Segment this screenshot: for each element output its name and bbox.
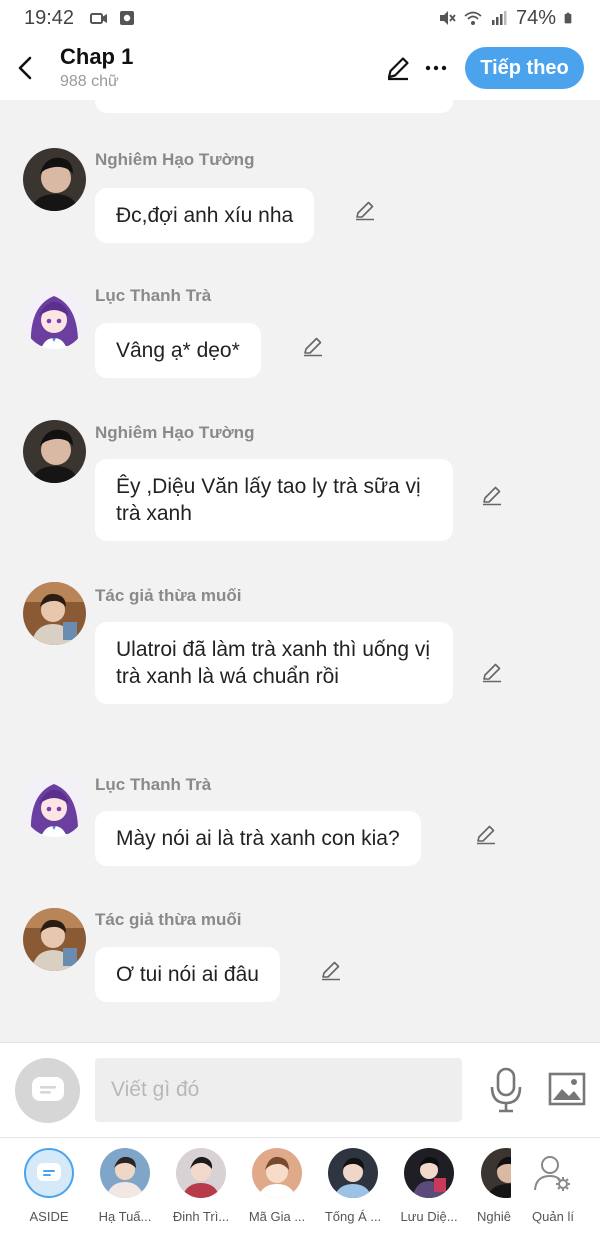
message-bubble[interactable]: Ơ tui nói ai đâu: [95, 947, 280, 1002]
avatar[interactable]: [23, 148, 86, 211]
edit-message-icon[interactable]: [480, 660, 504, 684]
chat-bubble-icon: [31, 1076, 64, 1101]
aside-toggle-button[interactable]: [15, 1058, 80, 1123]
message-input[interactable]: [95, 1058, 462, 1122]
avatar[interactable]: [23, 908, 86, 971]
character-name: Tống Á ...: [324, 1209, 382, 1224]
edit-chapter-button[interactable]: [384, 54, 412, 82]
message-text: Vâng ạ* dẹo*: [116, 339, 240, 362]
signal-icon: [491, 11, 507, 25]
message-text: Đc,đợi anh xíu nha: [116, 204, 294, 227]
avatar[interactable]: [23, 774, 86, 837]
character-name: Mã Gia ...: [248, 1209, 306, 1224]
sender-name: Nghiêm Hạo Tường: [95, 423, 255, 442]
character-name: Lưu Diệ...: [400, 1209, 458, 1224]
boy-brown-avatar: [23, 582, 86, 645]
anime-girl-avatar: [23, 774, 86, 837]
sender-name: Lục Thanh Trà: [95, 775, 212, 794]
boy-dark-avatar: [23, 420, 86, 483]
wifi-icon: [464, 11, 482, 25]
character-name: Đinh Trì...: [172, 1209, 230, 1224]
chapter-header: Chap 1 988 chữ Tiếp theo: [0, 36, 600, 100]
battery-level: 74%: [515, 6, 556, 29]
anime-girl-avatar: [23, 286, 86, 349]
manage-characters-button[interactable]: Quản lí: [518, 1148, 588, 1224]
character-item[interactable]: Tống Á ...: [318, 1148, 388, 1224]
message-bubble[interactable]: Ulatroi đã làm trà xanh thì uống vị trà …: [95, 622, 453, 704]
microphone-icon[interactable]: [488, 1067, 524, 1113]
pencil-icon: [387, 57, 409, 81]
chat-bubble-icon: [37, 1163, 61, 1181]
edit-message-icon[interactable]: [474, 822, 498, 846]
message-bubble[interactable]: Vâng ạ* dẹo*: [95, 323, 261, 378]
message-text: Ulatroi đã làm trà xanh thì uống vị trà …: [116, 638, 430, 688]
character-item[interactable]: Nghiê: [467, 1148, 511, 1224]
avatar: [176, 1148, 226, 1198]
character-name: Quản lí: [532, 1209, 574, 1224]
character-name: Hạ Tuấ...: [98, 1209, 152, 1224]
message-bubble[interactable]: Đc,đợi anh xíu nha: [95, 188, 315, 243]
chevron-left-icon: [18, 56, 32, 80]
character-aside[interactable]: ASIDE: [14, 1148, 84, 1224]
character-name: ASIDE: [29, 1209, 69, 1224]
previous-message-bubble[interactable]: [95, 100, 453, 113]
sender-name: Nghiêm Hạo Tường: [95, 150, 255, 169]
message-text: Ơ tui nói ai đâu: [116, 963, 259, 986]
word-count: 988 chữ: [60, 73, 119, 90]
aside-avatar: [24, 1148, 74, 1198]
mute-icon: [439, 11, 456, 25]
status-app-icons: [90, 10, 136, 26]
edit-message-icon[interactable]: [480, 483, 504, 507]
avatar: [100, 1148, 150, 1198]
boy-brown-avatar: [23, 908, 86, 971]
character-name: Nghiê: [477, 1209, 511, 1224]
edit-message-icon[interactable]: [353, 198, 377, 222]
message-bubble[interactable]: Êy ,Diệu Văn lấy tao ly trà sữa vị trà x…: [95, 459, 453, 541]
message-text: Êy ,Diệu Văn lấy tao ly trà sữa vị trà x…: [116, 475, 421, 525]
edit-message-icon[interactable]: [301, 334, 325, 358]
message-input-bar: [0, 1042, 600, 1137]
chat-area[interactable]: Nghiêm Hạo Tường Đc,đợi anh xíu nha Lục …: [0, 100, 600, 1042]
more-dots-icon: [425, 65, 447, 71]
character-item[interactable]: Mã Gia ...: [242, 1148, 312, 1224]
character-item[interactable]: Hạ Tuấ...: [90, 1148, 160, 1224]
avatar: [328, 1148, 378, 1198]
edit-message-icon[interactable]: [319, 958, 343, 982]
more-options-button[interactable]: [424, 54, 448, 82]
characters-bar: ASIDE Hạ Tuấ... Đinh Trì... Mã Gia ... T…: [0, 1137, 600, 1233]
character-item[interactable]: Lưu Diệ...: [394, 1148, 464, 1224]
avatar: [481, 1148, 511, 1198]
character-item[interactable]: Đinh Trì...: [166, 1148, 236, 1224]
avatar: [252, 1148, 302, 1198]
avatar[interactable]: [23, 582, 86, 645]
boy-dark-avatar: [23, 148, 86, 211]
manage-users-icon: [528, 1148, 578, 1198]
message-text: Mày nói ai là trà xanh con kia?: [116, 827, 400, 850]
avatar[interactable]: [23, 420, 86, 483]
chapter-title: Chap 1: [60, 44, 134, 69]
sender-name: Tác giả thừa muối: [95, 910, 242, 929]
next-chapter-button[interactable]: Tiếp theo: [465, 47, 584, 89]
avatar[interactable]: [23, 286, 86, 349]
status-time: 19:42: [24, 6, 75, 29]
image-icon[interactable]: [548, 1071, 586, 1107]
avatar: [404, 1148, 454, 1198]
sender-name: Tác giả thừa muối: [95, 586, 242, 605]
record-icon: [120, 11, 135, 25]
message-bubble[interactable]: Mày nói ai là trà xanh con kia?: [95, 811, 421, 866]
battery-icon: [564, 12, 572, 24]
sender-name: Lục Thanh Trà: [95, 286, 212, 305]
status-bar: 19:42 74%: [0, 0, 600, 36]
video-call-icon: [90, 13, 108, 24]
back-button[interactable]: [2, 36, 48, 100]
